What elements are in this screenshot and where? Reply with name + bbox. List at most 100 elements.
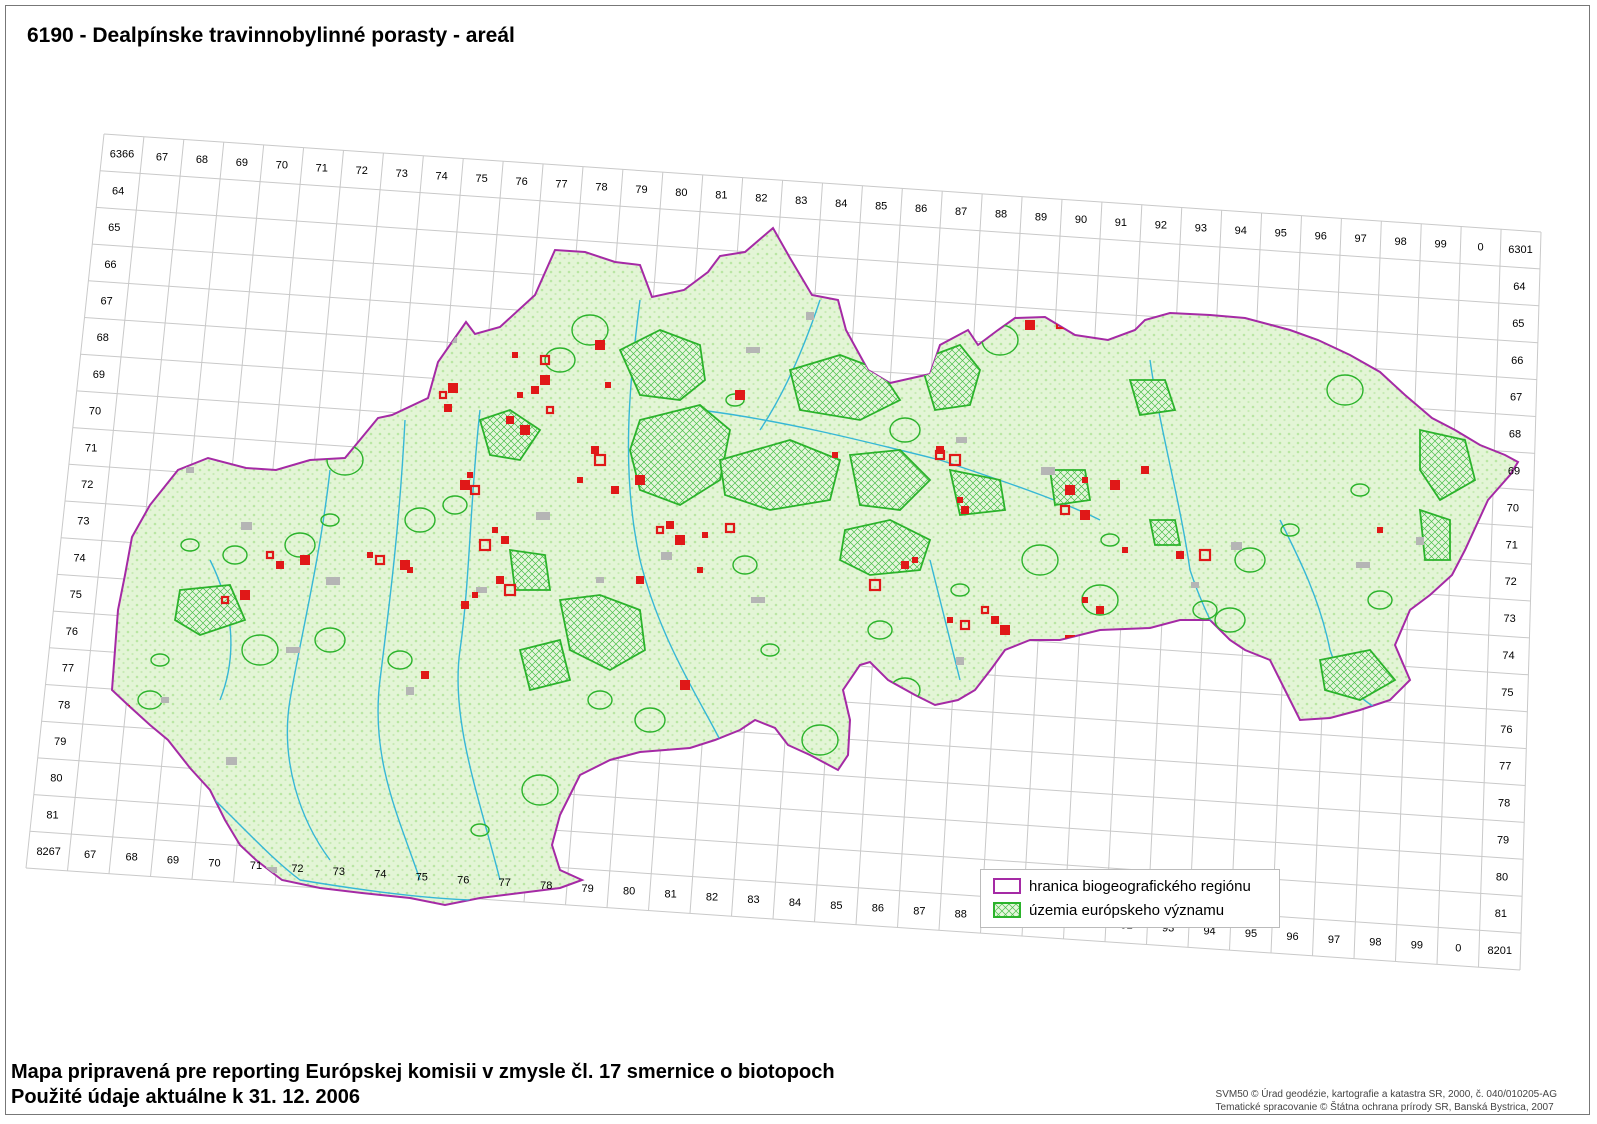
occurrence-cell xyxy=(991,616,999,624)
grid-label-top: 85 xyxy=(875,200,887,212)
legend-row-border: hranica biogeografického regiónu xyxy=(993,876,1251,896)
occurrence-cell xyxy=(540,375,550,385)
occurrence-cell xyxy=(735,390,745,400)
region-border-swatch xyxy=(993,878,1021,894)
occurrence-cell xyxy=(1110,480,1120,490)
grid-label-bottom: 77 xyxy=(499,877,511,889)
occurrence-cell xyxy=(1377,527,1383,533)
grid-label-bottom: 84 xyxy=(789,897,801,909)
grid-label-bottom: 82 xyxy=(706,891,718,903)
grid-line-h xyxy=(100,170,1540,270)
grid-label-left: 79 xyxy=(54,736,66,748)
occurrence-cell xyxy=(444,404,452,412)
grid-label-right: 69 xyxy=(1508,465,1520,477)
grid-label-bottom: 70 xyxy=(208,857,220,869)
grid-label-left: 71 xyxy=(85,442,97,454)
grid-label-top: 78 xyxy=(595,181,607,193)
grid-label-top: 82 xyxy=(755,192,767,204)
legend-border-label: hranica biogeografického regiónu xyxy=(1029,877,1251,895)
town xyxy=(806,312,814,320)
credits-line-2: Tematické spracovanie © Štátna ochrana p… xyxy=(1215,1102,1554,1113)
occurrence-cell xyxy=(496,576,504,584)
grid-label-top: 99 xyxy=(1434,239,1446,251)
footer: Mapa pripravená pre reporting Európskej … xyxy=(11,1060,835,1110)
grid-label-left: 80 xyxy=(50,773,62,785)
occurrence-cell xyxy=(636,576,644,584)
town xyxy=(596,577,604,583)
grid-label-right: 81 xyxy=(1495,908,1507,920)
grid-label-left: 69 xyxy=(93,369,105,381)
occurrence-cell xyxy=(1082,477,1088,483)
grid-label-top: 83 xyxy=(795,195,807,207)
grid-label-right: 75 xyxy=(1501,687,1513,699)
grid-label-top: 74 xyxy=(436,171,448,183)
occurrence-cell xyxy=(702,532,708,538)
town xyxy=(241,522,252,530)
occurrence-cell xyxy=(460,480,470,490)
legend-row-sci: územia európskeho významu xyxy=(993,900,1224,920)
grid-label-bottom: 0 xyxy=(1455,942,1461,954)
grid-label-bottom: 72 xyxy=(291,863,303,875)
grid-label-right: 73 xyxy=(1503,613,1515,625)
legend: hranica biogeografického regiónu územia … xyxy=(980,869,1280,928)
occurrence-cell xyxy=(1176,551,1184,559)
occurrence-cell xyxy=(1122,547,1128,553)
grid-label-top: 69 xyxy=(236,157,248,169)
footer-line-2: Použité údaje aktuálne k 31. 12. 2006 xyxy=(11,1086,361,1108)
occurrence-cell xyxy=(501,536,509,544)
grid-label-top: 88 xyxy=(995,209,1007,221)
town xyxy=(1041,467,1055,475)
grid-label-left: 75 xyxy=(70,589,82,601)
grid-label-bottom: 98 xyxy=(1369,937,1381,949)
occurrence-cell xyxy=(300,555,310,565)
grid-label-bottom: 80 xyxy=(623,886,635,898)
grid-label-right: 77 xyxy=(1499,761,1511,773)
occurrence-cell xyxy=(472,592,478,598)
grid-label-top: 90 xyxy=(1075,214,1087,226)
occurrence-cell xyxy=(1096,606,1104,614)
grid-label-bottom: 99 xyxy=(1411,939,1423,951)
grid-label-bottom: 97 xyxy=(1328,934,1340,946)
grid-label-bottom: 85 xyxy=(830,900,842,912)
legend-sci-label: územia európskeho významu xyxy=(1029,901,1225,919)
grid-label-bottom: 87 xyxy=(913,906,925,918)
grid-label-top: 89 xyxy=(1035,211,1047,223)
grid-label-left: 73 xyxy=(77,516,89,528)
grid-label-top: 0 xyxy=(1477,241,1483,253)
town xyxy=(1416,537,1424,545)
footer-line-1: Mapa pripravená pre reporting Európskej … xyxy=(11,1061,835,1083)
grid-label-left: 64 xyxy=(112,185,124,197)
grid-label-left: 68 xyxy=(97,332,109,344)
town xyxy=(536,512,550,520)
grid-label-bottom: 71 xyxy=(250,860,262,872)
grid-label-top: 6366 xyxy=(110,149,134,161)
occurrence-cell xyxy=(961,506,969,514)
occurrence-cell xyxy=(517,392,523,398)
grid-label-top: 93 xyxy=(1195,222,1207,234)
grid-label-right: 65 xyxy=(1512,318,1524,330)
town xyxy=(956,657,964,665)
grid-label-right: 74 xyxy=(1502,650,1514,662)
town xyxy=(186,467,194,473)
grid-label-top: 98 xyxy=(1395,236,1407,248)
grid-label-top: 75 xyxy=(476,173,488,185)
grid-label-top: 92 xyxy=(1155,220,1167,232)
grid-label-bottom: 68 xyxy=(125,852,137,864)
occurrence-cell xyxy=(1141,466,1149,474)
grid-label-top: 71 xyxy=(316,162,328,174)
grid-label-bottom: 79 xyxy=(582,883,594,895)
occurrence-cell xyxy=(1005,670,1015,680)
occurrence-cell xyxy=(448,383,458,393)
occurrence-cell xyxy=(1082,597,1088,603)
town xyxy=(746,347,760,353)
occurrence-cell xyxy=(1000,625,1010,635)
occurrence-cell xyxy=(666,521,674,529)
grid-label-right: 66 xyxy=(1511,355,1523,367)
sci-area xyxy=(1148,519,1182,546)
town xyxy=(326,577,340,585)
grid-label-right: 68 xyxy=(1509,429,1521,441)
town xyxy=(406,687,414,695)
grid-label-left: 66 xyxy=(104,259,116,271)
grid-label-bottom: 86 xyxy=(872,903,884,915)
grid-label-bottom: 78 xyxy=(540,880,552,892)
